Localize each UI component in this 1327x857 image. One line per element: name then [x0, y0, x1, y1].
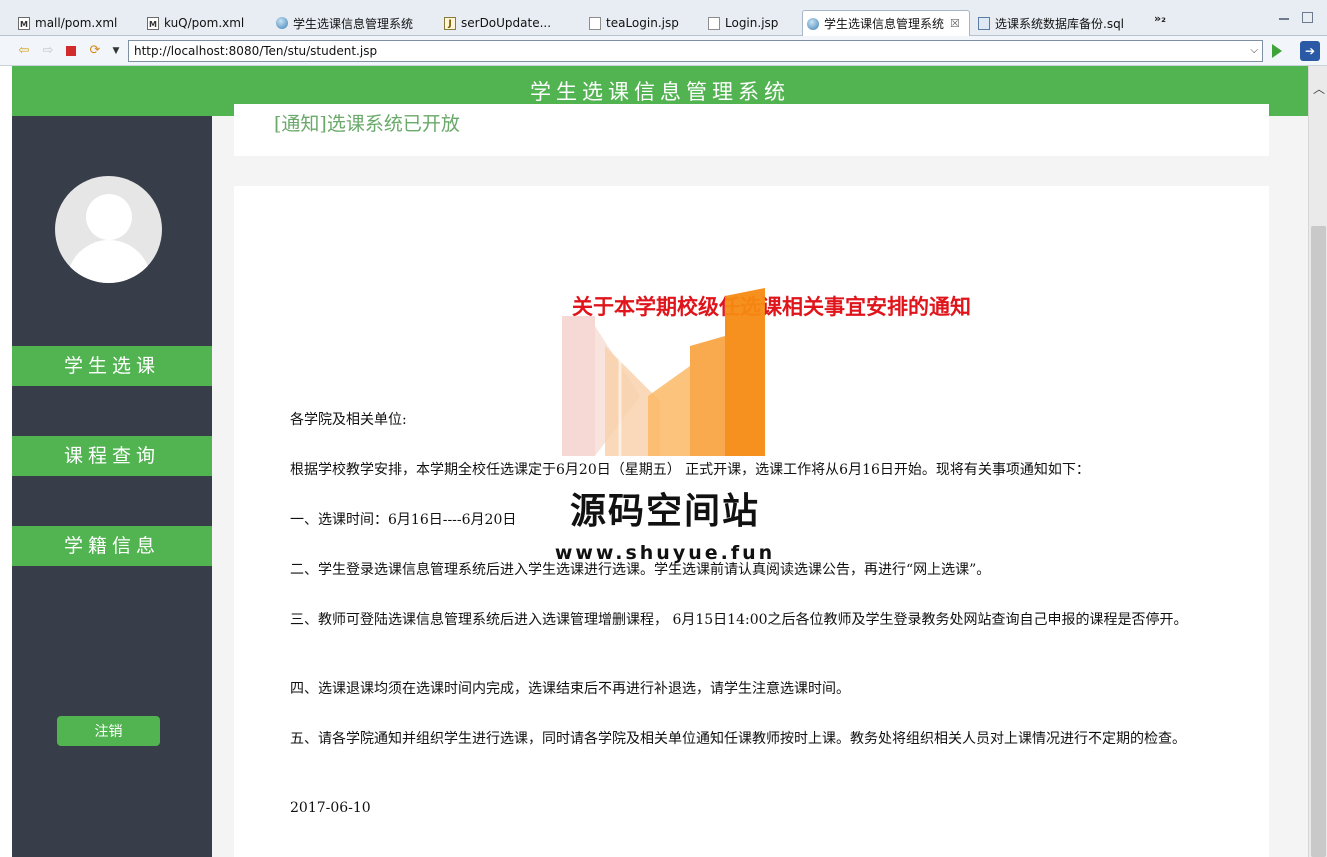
browser-toolbar: ⇦ ⇨ ⟳ ▼ http://localhost:8080/Ten/stu/st… — [0, 36, 1327, 66]
jsp-file-icon — [708, 16, 720, 30]
notice-link[interactable]: [通知]选课系统已开放 — [274, 109, 460, 136]
tab-kuq-pom[interactable]: M kuQ/pom.xml — [143, 10, 244, 36]
tab-browser-active[interactable]: 学生选课信息管理系统 ☒ — [802, 10, 970, 36]
maximize-icon[interactable] — [1302, 12, 1313, 23]
refresh-icon[interactable]: ⟳ — [87, 43, 103, 59]
external-browser-icon[interactable]: ➔ — [1300, 41, 1320, 61]
notice-card: [通知]选课系统已开放 — [234, 104, 1269, 156]
logout-button[interactable]: 注销 — [57, 716, 160, 746]
chevron-down-icon[interactable]: ▼ — [108, 43, 124, 59]
vertical-scrollbar[interactable]: ︿ — [1308, 66, 1327, 857]
scrollbar-thumb[interactable] — [1311, 226, 1326, 857]
tab-label: teaLogin.jsp — [606, 16, 679, 30]
document-paragraph: 五、请各学院通知并组织学生进行选课，同时请各学院及相关单位通知任课教师按时上课。… — [290, 731, 1186, 747]
tab-tealogin[interactable]: teaLogin.jsp — [585, 10, 679, 36]
tab-mall-pom[interactable]: M mall/pom.xml — [14, 10, 117, 36]
document-paragraph: 四、选课退课均须在选课时间内完成，选课结束后不再进行补退选，请学生注意选课时间。 — [290, 681, 850, 697]
sidebar-item-course-selection[interactable]: 学生选课 — [12, 346, 212, 386]
document-paragraph: 根据学校教学安排，本学期全校任选课定于6月20日（星期五） 正式开课，选课工作将… — [290, 462, 1090, 478]
document-paragraph: 三、教师可登陆选课信息管理系统后进入选课管理增删课程， 6月15日14:00之后… — [290, 612, 1188, 628]
tab-sql-backup[interactable]: 选课系统数据库备份.sql — [974, 10, 1124, 36]
tab-label: kuQ/pom.xml — [164, 16, 245, 30]
document-title: 关于本学期校级任选课相关事宜安排的通知 — [572, 294, 971, 319]
sidebar: 学生选课 课程查询 学籍信息 注销 — [12, 116, 212, 857]
globe-icon — [276, 17, 288, 29]
back-arrow-icon[interactable]: ⇦ — [16, 43, 32, 59]
avatar-body — [67, 240, 151, 283]
tab-overflow-button[interactable]: »₂ — [1154, 12, 1166, 25]
java-file-icon: J — [444, 16, 456, 30]
document-paragraph: 各学院及相关单位: — [290, 412, 407, 428]
forward-arrow-icon[interactable]: ⇨ — [40, 43, 56, 59]
go-icon[interactable] — [1272, 44, 1282, 58]
tab-label: 学生选课信息管理系统 — [293, 16, 414, 31]
document-paragraph: 一、选课时间：6月16日----6月20日 — [290, 512, 517, 528]
close-icon[interactable]: ☒ — [950, 17, 960, 30]
avatar-head — [86, 194, 132, 240]
stop-icon[interactable] — [63, 43, 79, 59]
tab-label: mall/pom.xml — [35, 16, 118, 30]
jsp-file-icon — [589, 16, 601, 30]
tab-label: 学生选课信息管理系统 — [824, 17, 945, 31]
tab-label: Login.jsp — [725, 16, 779, 30]
document-paragraph: 二、学生登录选课信息管理系统后进入学生选课进行选课。学生选课前请认真阅读选课公告… — [290, 562, 991, 578]
maven-file-icon: M — [147, 16, 159, 30]
minimize-icon[interactable] — [1279, 12, 1289, 20]
notice-document: 关于本学期校级任选课相关事宜安排的通知 各学院及相关单位: 根据学校教学安排，本… — [234, 186, 1269, 857]
tab-serdoupdate[interactable]: J serDoUpdate... — [440, 10, 551, 36]
address-bar[interactable]: http://localhost:8080/Ten/stu/student.js… — [128, 40, 1263, 62]
chevron-up-icon[interactable]: ︿ — [1313, 80, 1325, 97]
tab-label: 选课系统数据库备份.sql — [995, 16, 1125, 31]
editor-tab-bar: M mall/pom.xml M kuQ/pom.xml 学生选课信息管理系统 … — [0, 0, 1327, 36]
chevron-down-icon[interactable]: ⌵ — [1250, 41, 1258, 61]
tab-login[interactable]: Login.jsp — [704, 10, 778, 36]
page-viewport: 学生选课信息管理系统 学生选课 课程查询 学籍信息 注销 [通知]选课系统已开放… — [12, 66, 1308, 857]
sidebar-item-course-query[interactable]: 课程查询 — [12, 436, 212, 476]
globe-icon — [807, 17, 819, 30]
maven-file-icon: M — [18, 16, 30, 30]
sidebar-item-student-records[interactable]: 学籍信息 — [12, 526, 212, 566]
sql-file-icon — [978, 16, 990, 30]
tab-label: serDoUpdate... — [461, 16, 552, 30]
avatar — [55, 176, 162, 283]
url-text: http://localhost:8080/Ten/stu/student.js… — [134, 44, 378, 58]
tab-browser-1[interactable]: 学生选课信息管理系统 — [272, 10, 413, 36]
document-date: 2017-06-10 — [290, 800, 371, 816]
